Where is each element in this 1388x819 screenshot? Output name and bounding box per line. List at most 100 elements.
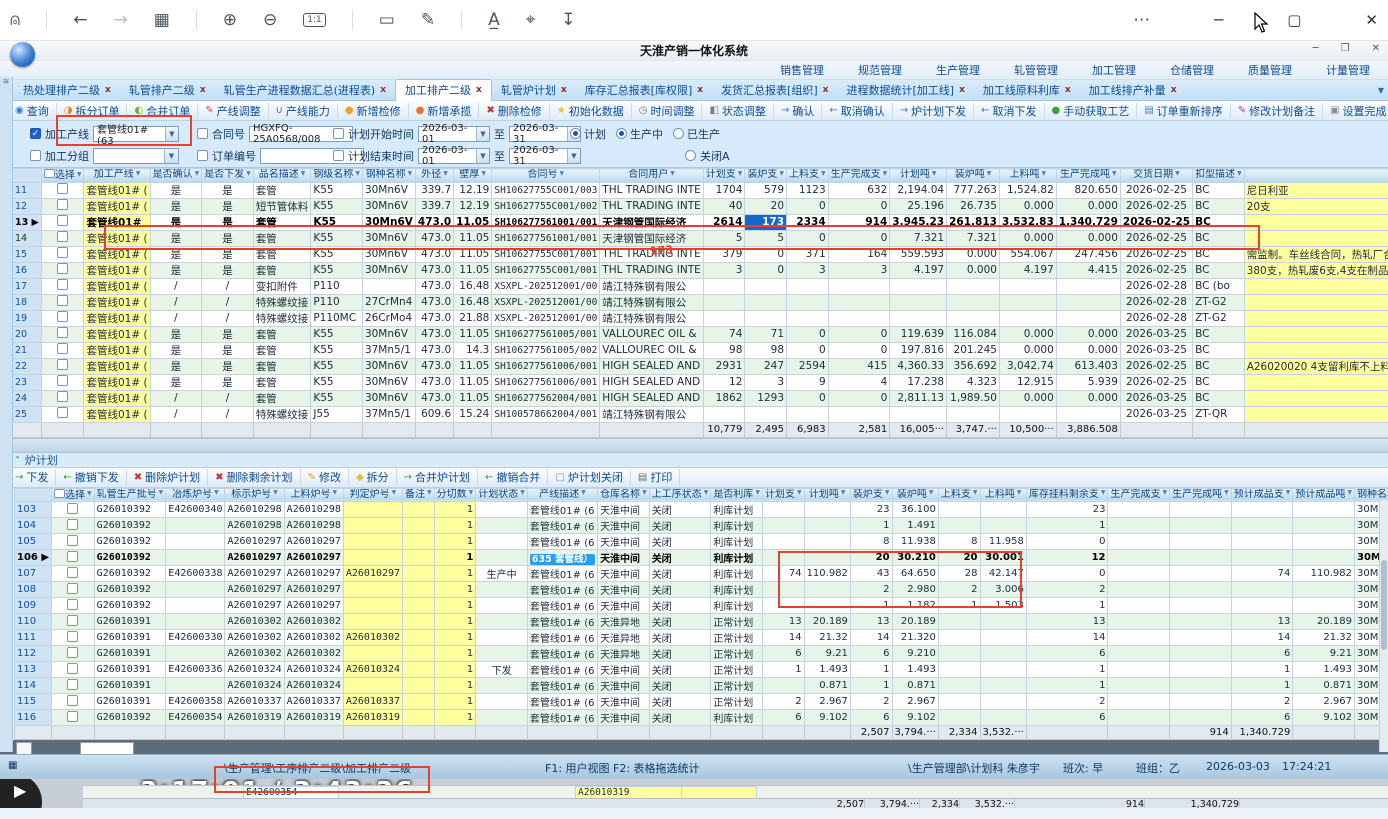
toolbar-button[interactable]: ●新增检修 (338, 103, 409, 119)
table-row[interactable]: 18套管线01# (//特殊螺纹接P11027CrMn4473.016.48XS… (13, 294, 1388, 310)
select-all-checkbox[interactable] (44, 169, 55, 178)
more-menu-icon[interactable]: ⋯ (1133, 12, 1150, 29)
toolbar-button[interactable]: ✎修改 (301, 469, 349, 485)
row-checkbox[interactable] (57, 343, 68, 354)
toolbar-button[interactable]: ◧状态调整 (702, 103, 773, 119)
toolbar-button[interactable]: ▣设置完成 (1323, 103, 1388, 119)
row-checkbox[interactable] (67, 535, 78, 546)
column-header[interactable]: 合同号▼ (492, 169, 600, 183)
table-row[interactable]: 109G26010392A26010297A260102971套管线01# (6… (15, 598, 1388, 614)
filter-funnel-icon[interactable]: ▼ (581, 489, 586, 496)
filter-funnel-icon[interactable]: ▼ (469, 489, 474, 496)
toolbar-button[interactable]: ◐合并订单 (127, 103, 198, 119)
translate-icon[interactable]: A̲ (488, 12, 500, 29)
filter-funnel-icon[interactable]: ▼ (755, 489, 760, 496)
filter-funnel-icon[interactable]: ▼ (1112, 170, 1117, 177)
filter-funnel-icon[interactable]: ▼ (481, 170, 486, 177)
column-header[interactable]: 计划吨▼ (890, 169, 947, 183)
grid-view-icon[interactable]: ▦ (154, 12, 170, 29)
tab[interactable]: 轧管炉计划x (492, 80, 576, 101)
column-header[interactable]: 上料炉号▼ (284, 488, 343, 502)
table-row[interactable]: 22套管线01# (是是套管K5530Mn6V473.011.05SH10627… (13, 358, 1388, 374)
menu-item[interactable]: 加工管理 (1092, 62, 1136, 78)
row-checkbox[interactable] (57, 263, 68, 274)
table-row[interactable]: 19套管线01# (//特殊螺纹接P110MC26CrMo4473.021.88… (13, 310, 1388, 326)
table-row[interactable]: 21套管线01# (是是套管K5537Mn5/1473.014.3SH10627… (13, 342, 1388, 358)
tab-close-icon[interactable]: x (1065, 85, 1071, 95)
splitter-bar[interactable]: ▫ (0, 438, 1388, 453)
rotate-icon[interactable]: ▭ (379, 12, 395, 29)
toolbar-button[interactable]: ✎修改计划备注 (1231, 103, 1323, 119)
filter-funnel-icon[interactable]: ▼ (1224, 489, 1229, 496)
table-row[interactable]: 11套管线01# (是是套管K5530Mn6V339.712.19SH10627… (13, 182, 1388, 198)
filter-funnel-icon[interactable]: ▼ (408, 170, 413, 177)
tab[interactable]: 轧管排产二级x (120, 80, 215, 101)
row-checkbox[interactable] (67, 679, 78, 690)
column-header[interactable]: 判定炉号▼ (343, 488, 402, 502)
toolbar-button[interactable]: ←取消确认 (822, 103, 892, 119)
table-row[interactable]: 106 ▶G26010392A26010297A260102971635 套管线… (15, 550, 1388, 566)
zoom-in-icon[interactable]: ⊕ (223, 12, 237, 29)
furnace-plan-section-header[interactable]: ⌃ 炉计划 (0, 453, 1388, 468)
contract-filter-checkbox[interactable] (197, 128, 208, 139)
column-header[interactable]: 上料吨▼ (980, 488, 1026, 502)
row-checkbox[interactable] (67, 615, 78, 626)
group-select[interactable]: ▼ (93, 148, 179, 164)
column-header[interactable]: 生产完成支▼ (1108, 488, 1170, 502)
filter-funnel-icon[interactable]: ▼ (273, 489, 278, 496)
collapse-icon[interactable]: ⌃ (14, 455, 21, 464)
toolbar-button[interactable]: →合并炉计划 (397, 469, 478, 485)
column-header[interactable]: 预计成品支▼ (1231, 488, 1293, 502)
column-header[interactable]: 上料吨▼ (999, 169, 1056, 183)
filter-funnel-icon[interactable]: ▼ (1286, 489, 1291, 496)
filter-funnel-icon[interactable]: ▼ (779, 170, 784, 177)
edit-icon[interactable]: ✎ (421, 12, 435, 29)
column-header[interactable]: 装炉支▼ (850, 488, 892, 502)
filter-funnel-icon[interactable]: ▼ (560, 170, 565, 177)
filter-funnel-icon[interactable]: ▼ (1175, 170, 1180, 177)
select-all-checkbox[interactable] (54, 489, 65, 498)
filter-funnel-icon[interactable]: ▼ (883, 170, 888, 177)
filter-funnel-icon[interactable]: ▼ (1101, 489, 1106, 496)
menu-item[interactable]: 轧管管理 (1014, 62, 1058, 78)
menu-item[interactable]: 质量管理 (1248, 62, 1292, 78)
filter-funnel-icon[interactable]: ▼ (642, 489, 647, 496)
end-from-date[interactable]: 2026-03-01▼ (418, 148, 490, 164)
radio-unselected[interactable] (673, 128, 684, 139)
toolbar-button[interactable]: ▤订单重新排序 (1137, 103, 1230, 119)
toolbar-button[interactable]: ←撤销合并 (478, 469, 548, 485)
row-checkbox[interactable] (57, 375, 68, 386)
text-select-icon[interactable]: ⌖ (526, 12, 536, 29)
filter-funnel-icon[interactable]: ▼ (929, 489, 934, 496)
filter-funnel-icon[interactable]: ▼ (392, 489, 397, 496)
group-filter-checkbox[interactable] (30, 150, 41, 161)
filter-funnel-icon[interactable]: ▼ (195, 170, 200, 177)
filter-funnel-icon[interactable]: ▼ (1017, 489, 1022, 496)
toolbar-button[interactable]: ◑拆分订单 (57, 103, 128, 119)
start-from-date[interactable]: 2026-03-01▼ (418, 126, 490, 142)
column-header[interactable]: 扣型描述▼ (1193, 169, 1245, 183)
menu-item[interactable]: 仓储管理 (1170, 62, 1214, 78)
table-row[interactable]: 105G26010392A26010297A260102971套管线01# (6… (15, 534, 1388, 550)
tab-close-icon[interactable]: x (697, 85, 703, 95)
column-header[interactable]: 外径▼ (415, 169, 453, 183)
filter-funnel-icon[interactable]: ▼ (332, 489, 337, 496)
filter-funnel-icon[interactable]: ▼ (427, 489, 432, 496)
filter-funnel-icon[interactable]: ▼ (214, 489, 219, 496)
filter-funnel-icon[interactable]: ▼ (1162, 489, 1167, 496)
table-row[interactable]: 15套管线01# (是是套管K5530Mn6V473.011.05SH10627… (13, 246, 1388, 262)
tab-close-icon[interactable]: x (959, 85, 965, 95)
filter-funnel-icon[interactable]: ▼ (77, 171, 82, 178)
table-row[interactable]: 113G26010391E42600336A26010324A26010324A… (15, 662, 1388, 678)
toolbar-button[interactable]: ∪产线能力 (269, 103, 338, 119)
status-grid-icon[interactable]: ▦ (8, 760, 17, 771)
toolbar-button[interactable]: ←取消下发 (974, 103, 1044, 119)
toolbar-button[interactable]: →下发 (8, 469, 56, 485)
filter-funnel-icon[interactable]: ▼ (355, 170, 360, 177)
filter-funnel-icon[interactable]: ▼ (1042, 170, 1047, 177)
tab[interactable]: 加工排产二级x (395, 79, 492, 101)
scrollbar-thumb[interactable] (1381, 560, 1387, 650)
end-time-checkbox[interactable] (333, 150, 344, 161)
row-checkbox[interactable] (67, 663, 78, 674)
row-checkbox[interactable] (67, 599, 78, 610)
